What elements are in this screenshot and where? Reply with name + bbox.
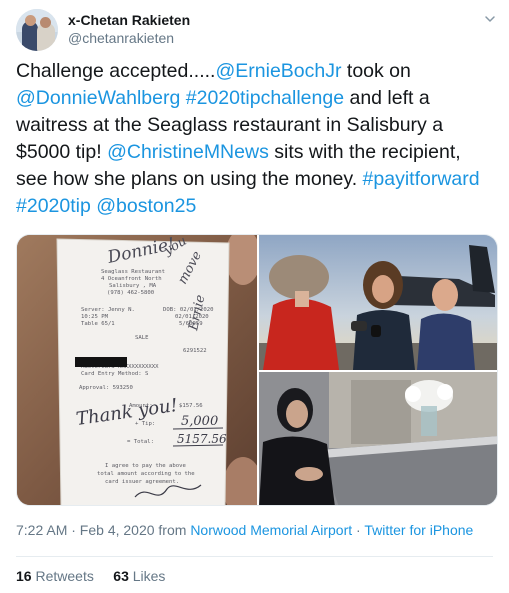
media-grid: Donnie! you move Ernie Seaglass Restaura… [16, 234, 498, 506]
likes-count: 63 [113, 568, 129, 584]
divider [16, 556, 493, 557]
receipt-line: Table 65/1 [81, 321, 115, 327]
receipt-line: = Total: [127, 439, 154, 445]
receipt-line: $157.56 [179, 403, 203, 409]
tweet-segment: Challenge accepted..... [16, 60, 216, 82]
receipt-line: 6291522 [183, 348, 207, 354]
receipt-photo: Donnie! you move Ernie Seaglass Restaura… [17, 235, 257, 505]
mention-link[interactable]: @ChristineMNews [107, 141, 269, 163]
tweet-text: Challenge accepted.....@ErnieBochJr took… [16, 58, 496, 220]
receipt-line: SALE [135, 335, 149, 341]
hashtag-link[interactable]: #payitforward [363, 168, 480, 190]
tweet-card: x-Chetan Rakieten @chetanrakieten Challe… [0, 0, 509, 593]
author-name[interactable]: x-Chetan Rakieten [68, 12, 190, 28]
timestamp[interactable]: 7:22 AM · Feb 4, 2020 from [16, 522, 190, 538]
tweet-metadata: 7:22 AM · Feb 4, 2020 from Norwood Memor… [16, 522, 473, 538]
tweet-stats: 16 Retweets 63 Likes [16, 568, 165, 584]
chevron-down-icon[interactable] [483, 12, 497, 26]
receipt-line: Card Entry Method: S [81, 371, 148, 377]
retweets-label: Retweets [35, 568, 94, 584]
airport-photo [259, 235, 497, 370]
receipt-line: DOB: 02/01/2020 [163, 307, 214, 313]
avatar[interactable] [16, 9, 58, 51]
receipt-line: 10:25 PM [81, 314, 109, 320]
separator: · [352, 522, 365, 538]
receipt-line: card issuer agreement. [105, 479, 179, 485]
mention-link[interactable]: @boston25 [96, 195, 196, 217]
likes-stat[interactable]: 63 Likes [113, 568, 165, 584]
receipt-line: I agree to pay the above [105, 463, 186, 469]
interview-photo [259, 372, 497, 505]
receipt-line: Salisbury , MA [109, 283, 157, 289]
receipt-handwriting: 5,000 [181, 414, 218, 429]
receipt-line: total amount according to the [97, 471, 195, 477]
likes-label: Likes [132, 568, 166, 584]
retweets-stat[interactable]: 16 Retweets [16, 568, 94, 584]
mention-link[interactable]: @ErnieBochJr [215, 60, 341, 82]
retweets-count: 16 [16, 568, 32, 584]
source-link[interactable]: Twitter for iPhone [364, 522, 473, 538]
media-photo-interview[interactable] [259, 372, 497, 505]
receipt-line: 02/01/2020 [175, 314, 209, 320]
author-handle[interactable]: @chetanrakieten [68, 30, 174, 46]
tweet-segment: took on [341, 60, 411, 82]
hashtag-link[interactable]: #2020tipchallenge [186, 87, 344, 109]
receipt-handwriting: 5157.56 [177, 432, 227, 446]
receipt-line: Seaglass Restaurant [101, 269, 165, 275]
mention-link[interactable]: @DonnieWahlberg [16, 87, 180, 109]
receipt-line: + Tip: [135, 421, 155, 427]
receipt-line: Approval: 593250 [79, 385, 133, 391]
media-photo-airport[interactable] [259, 235, 497, 370]
redacted-block [75, 357, 127, 367]
location-link[interactable]: Norwood Memorial Airport [190, 522, 352, 538]
media-photo-receipt[interactable]: Donnie! you move Ernie Seaglass Restaura… [17, 235, 257, 505]
receipt-line: 5/60059 [179, 321, 203, 327]
receipt-line: 4 Oceanfront North [101, 276, 162, 282]
receipt-line: Server: Jenny N. [81, 307, 135, 313]
hashtag-link[interactable]: #2020tip [16, 195, 91, 217]
receipt-line: (978) 462-5800 [107, 290, 154, 296]
